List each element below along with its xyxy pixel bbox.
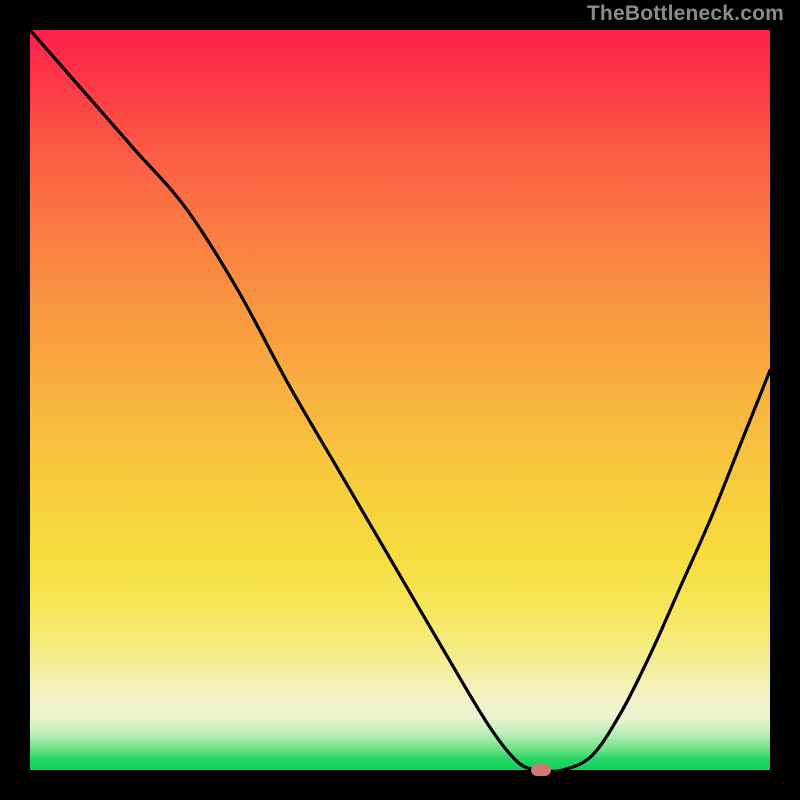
chart-canvas: TheBottleneck.com [0, 0, 800, 800]
plot-area [30, 30, 770, 770]
curve-path [30, 30, 770, 770]
optimum-marker [531, 764, 551, 776]
attribution-text: TheBottleneck.com [587, 2, 784, 26]
bottleneck-curve [30, 30, 770, 770]
